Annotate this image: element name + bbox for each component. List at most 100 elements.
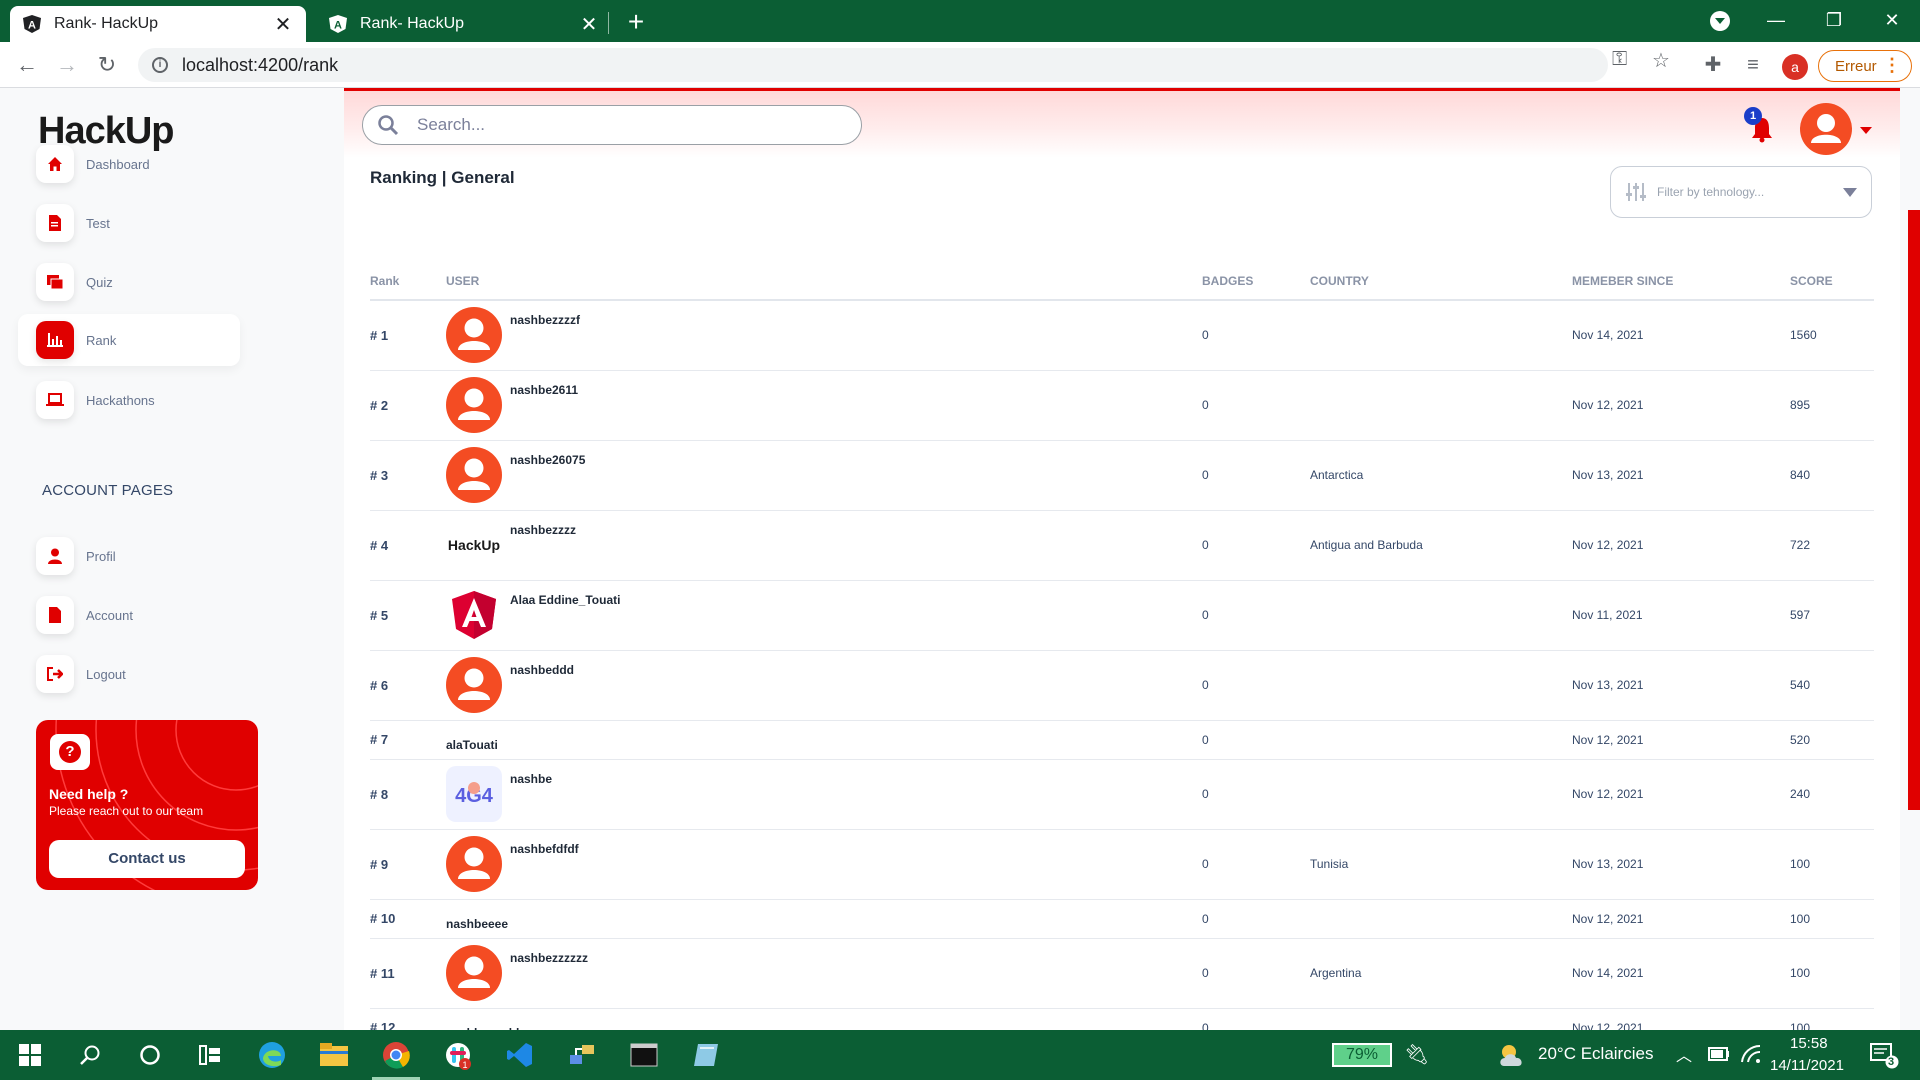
notepad-icon[interactable] xyxy=(676,1030,736,1080)
technology-filter-select[interactable]: Filter by tehnology... xyxy=(1610,166,1872,218)
network-app-icon[interactable] xyxy=(552,1030,612,1080)
table-row[interactable]: # 9 nashbefdfdf 0 Tunisia Nov 13, 2021 100 xyxy=(370,829,1874,900)
weather-text[interactable]: 20°C Eclaircies xyxy=(1538,1044,1653,1064)
sidebar-item-quiz[interactable]: Quiz xyxy=(18,256,240,308)
task-view-icon[interactable] xyxy=(180,1030,240,1080)
action-center-icon[interactable] xyxy=(1870,1043,1900,1069)
country-cell xyxy=(1310,300,1572,371)
file-explorer-icon[interactable] xyxy=(304,1030,364,1080)
error-button[interactable]: Erreur ⋮ xyxy=(1818,50,1912,82)
address-bar[interactable]: i localhost:4200/rank xyxy=(138,48,1608,82)
user-menu-caret-icon[interactable] xyxy=(1860,127,1872,140)
table-row[interactable]: # 4 HackUp nashbezzzz 0 Antigua and Barbuda N… xyxy=(370,510,1874,581)
sidebar-item-profil[interactable]: Profil xyxy=(18,530,240,582)
key-icon[interactable]: ⚿ xyxy=(1612,48,1627,71)
sidebar-item-logout[interactable]: Logout xyxy=(18,648,240,700)
battery-indicator[interactable]: 79% xyxy=(1332,1043,1392,1067)
site-info-icon[interactable]: i xyxy=(152,57,168,73)
tab-search-icon[interactable] xyxy=(1710,11,1730,31)
user-avatar[interactable] xyxy=(1800,103,1852,155)
table-row[interactable]: # 3 nashbe26075 0 Antarctica Nov 13, 2021 840 xyxy=(370,440,1874,511)
tray-chevron-up-icon[interactable]: ︿ xyxy=(1676,1042,1692,1066)
user-cell: nashbe2611 xyxy=(446,370,1202,441)
reading-list-icon[interactable]: ≡ xyxy=(1742,54,1764,76)
table-row[interactable]: # 12nashbenashb0 Nov 12, 2021100 xyxy=(370,1008,1874,1030)
bookmark-star-icon[interactable]: ☆ xyxy=(1652,48,1670,73)
username[interactable]: nashbefdfdf xyxy=(510,842,579,856)
sidebar-item-label: Rank xyxy=(86,332,117,348)
user-cell: Alaa Eddine_Touati xyxy=(446,580,1202,651)
svg-text:HackUp: HackUp xyxy=(448,537,500,553)
more-menu-icon[interactable]: ⋮ xyxy=(1883,55,1901,76)
badges-cell: 0 xyxy=(1202,510,1310,581)
clock-date[interactable]: 14/11/2021 xyxy=(1770,1057,1844,1074)
clock-time[interactable]: 15:58 xyxy=(1790,1035,1828,1052)
member-since-cell: Nov 13, 2021 xyxy=(1572,829,1790,900)
sidebar-item-label: Test xyxy=(86,215,110,231)
browser-tab[interactable]: A Rank- HackUp ✕ xyxy=(316,6,612,42)
username[interactable]: nashbezzzzzz xyxy=(510,951,588,965)
sidebar-item-rank[interactable]: Rank xyxy=(18,314,240,366)
close-tab-icon[interactable]: ✕ xyxy=(578,12,600,37)
contact-us-button[interactable]: Contact us xyxy=(49,840,245,878)
reload-icon[interactable]: ↻ xyxy=(92,50,122,80)
page-scrollbar[interactable] xyxy=(1908,210,1920,810)
sidebar-item-account[interactable]: Account xyxy=(18,589,240,641)
username[interactable]: nashbe26075 xyxy=(510,453,585,467)
vscode-icon[interactable] xyxy=(490,1030,550,1080)
restore-icon[interactable]: ❐ xyxy=(1806,0,1862,42)
table-row[interactable]: # 7 alaTouati 0 Nov 12, 2021 520 xyxy=(370,720,1874,760)
sidebar-item-test[interactable]: Test xyxy=(18,197,240,249)
user-cell: nashbeddd xyxy=(446,650,1202,721)
terminal-icon[interactable] xyxy=(614,1030,674,1080)
svg-text:1: 1 xyxy=(462,1060,467,1070)
username[interactable]: nashbezzzzf xyxy=(510,313,580,327)
cortana-icon[interactable] xyxy=(120,1030,180,1080)
minimize-icon[interactable]: — xyxy=(1748,0,1804,42)
forward-icon[interactable]: → xyxy=(52,50,82,80)
username[interactable]: alaTouati xyxy=(446,738,498,752)
table-row[interactable]: # 11 nashbezzzzzz 0 Argentina Nov 14, 2021 10… xyxy=(370,938,1874,1009)
search-input[interactable] xyxy=(415,114,815,136)
rank-cell: # 5 xyxy=(370,580,446,651)
score-cell: 100 xyxy=(1790,899,1874,939)
sidebar-item-hackathons[interactable]: Hackathons xyxy=(18,374,240,426)
notification-bell-icon[interactable]: 1 xyxy=(1744,107,1776,143)
country-cell: Antarctica xyxy=(1310,440,1572,511)
rank-cell: # 9 xyxy=(370,829,446,900)
column-header: USER xyxy=(446,274,1202,301)
tray-battery-icon[interactable] xyxy=(1708,1047,1730,1061)
weather-cloud-sun-icon[interactable] xyxy=(1498,1042,1526,1068)
taskbar-search-icon[interactable] xyxy=(60,1030,120,1080)
username[interactable]: nashbe xyxy=(510,772,552,786)
user-cell: nashbeeee xyxy=(446,899,1202,939)
table-row[interactable]: # 8 4G4 nashbe 0 Nov 12, 2021 240 xyxy=(370,759,1874,830)
table-row[interactable]: # 10 nashbeeee 0 Nov 12, 2021 100 xyxy=(370,899,1874,939)
table-row[interactable]: # 6 nashbeddd 0 Nov 13, 2021 540 xyxy=(370,650,1874,721)
chrome-icon[interactable] xyxy=(366,1030,426,1080)
user-avatar xyxy=(446,945,502,1001)
username[interactable]: nashbeeee xyxy=(446,917,508,931)
close-window-icon[interactable]: ✕ xyxy=(1864,0,1920,42)
browser-tab-active[interactable]: A Rank- HackUp ✕ xyxy=(10,6,306,42)
slack-icon[interactable]: 1 xyxy=(428,1030,488,1080)
extensions-icon[interactable]: ✚ xyxy=(1702,54,1724,76)
wifi-icon[interactable] xyxy=(1740,1044,1762,1064)
sidebar-item-dashboard[interactable]: Dashboard xyxy=(18,138,240,190)
username[interactable]: nashbe2611 xyxy=(510,383,578,397)
username[interactable]: nashbezzzz xyxy=(510,523,576,537)
windows-start-icon[interactable] xyxy=(0,1030,60,1080)
score-cell: 840 xyxy=(1790,440,1874,511)
table-row[interactable]: # 1 nashbezzzzf 0 Nov 14, 2021 1560 xyxy=(370,300,1874,371)
search-box[interactable] xyxy=(362,105,862,145)
new-tab-icon[interactable]: + xyxy=(620,6,652,38)
table-row[interactable]: # 2 nashbe2611 0 Nov 12, 2021 895 xyxy=(370,370,1874,441)
username[interactable]: nashbeddd xyxy=(510,663,574,677)
username[interactable]: Alaa Eddine_Touati xyxy=(510,593,620,607)
edge-icon[interactable] xyxy=(242,1030,302,1080)
user-cell: nashbe26075 xyxy=(446,440,1202,511)
close-tab-icon[interactable]: ✕ xyxy=(272,12,294,37)
table-row[interactable]: # 5 Alaa Eddine_Touati 0 Nov 11, 2021 597 xyxy=(370,580,1874,651)
profile-avatar[interactable]: a xyxy=(1782,54,1808,80)
back-icon[interactable]: ← xyxy=(12,50,42,80)
